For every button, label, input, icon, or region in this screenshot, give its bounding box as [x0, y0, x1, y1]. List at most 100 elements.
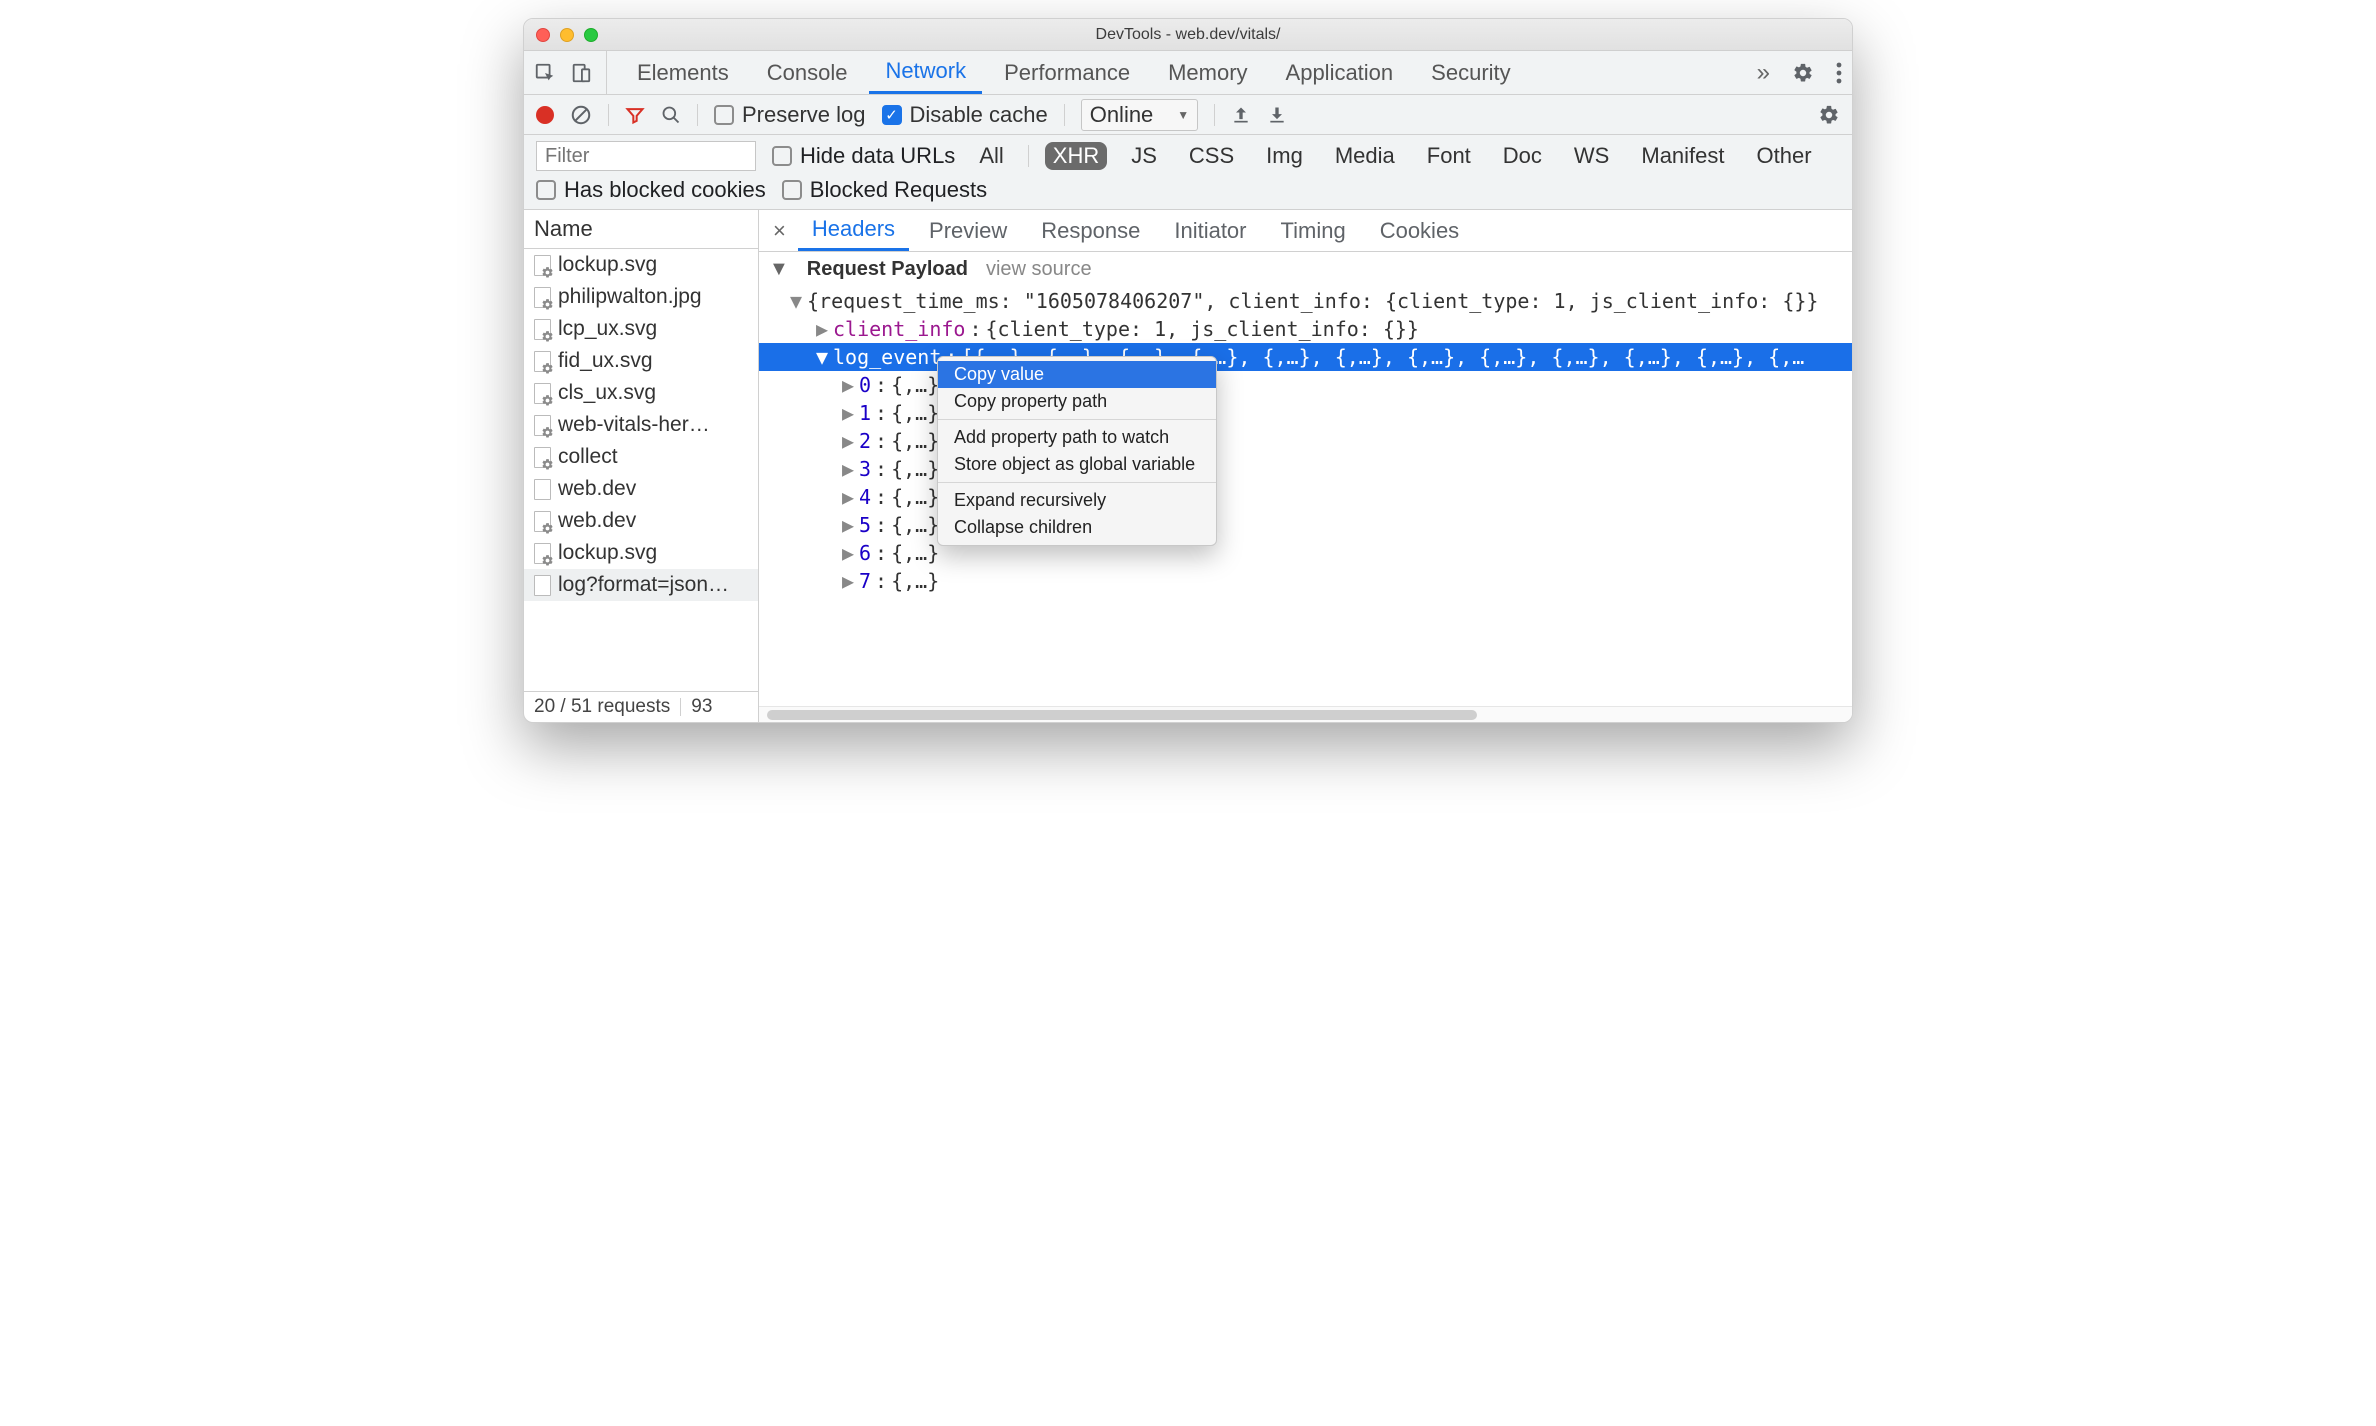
menu-copy-property-path[interactable]: Copy property path	[938, 388, 1216, 415]
record-button[interactable]	[536, 106, 554, 124]
file-icon	[534, 255, 551, 276]
status-divider	[680, 698, 681, 716]
tree-value: {,…}	[891, 401, 939, 425]
tab-network[interactable]: Network	[869, 51, 982, 94]
more-tabs-icon[interactable]: »	[1757, 59, 1770, 87]
chevron-right-icon: ▶	[841, 569, 855, 593]
close-detail-button[interactable]: ×	[767, 210, 792, 251]
request-name: log?format=json…	[558, 573, 729, 597]
upload-har-icon[interactable]	[1231, 105, 1251, 125]
inspect-element-icon[interactable]	[534, 62, 556, 84]
file-icon	[534, 479, 551, 500]
toolbar-divider	[1214, 104, 1215, 126]
tree-row-child[interactable]: ▶4: {,…}	[759, 483, 1852, 511]
throttling-select[interactable]: Online ▼	[1081, 99, 1198, 131]
dtab-headers[interactable]: Headers	[798, 210, 909, 251]
request-row[interactable]: lcp_ux.svg	[524, 313, 758, 345]
request-row[interactable]: log?format=json…	[524, 569, 758, 601]
tree-value: {,…}	[891, 569, 939, 593]
checkbox-checked-icon: ✓	[882, 105, 902, 125]
detail-tab-bar: × Headers Preview Response Initiator Tim…	[759, 210, 1852, 252]
tab-performance[interactable]: Performance	[988, 51, 1146, 94]
type-media[interactable]: Media	[1327, 142, 1403, 170]
tab-console[interactable]: Console	[751, 51, 864, 94]
menu-store-global[interactable]: Store object as global variable	[938, 451, 1216, 478]
type-manifest[interactable]: Manifest	[1633, 142, 1732, 170]
filter-icon[interactable]	[625, 105, 645, 125]
tree-row-client-info[interactable]: ▶ client_info: {client_type: 1, js_clien…	[759, 315, 1852, 343]
tree-row-log-event[interactable]: ▼ log_event: [{,…}, {,…}, {,…}, {,…}, {,…	[759, 343, 1852, 371]
view-source-link[interactable]: view source	[986, 258, 1092, 281]
disable-cache-checkbox[interactable]: ✓ Disable cache	[882, 102, 1048, 128]
type-font[interactable]: Font	[1419, 142, 1479, 170]
filter-input[interactable]	[536, 141, 756, 171]
type-xhr[interactable]: XHR	[1045, 142, 1107, 170]
gear-icon	[541, 522, 554, 535]
tree-value: {client_type: 1, js_client_info: {}}	[986, 317, 1419, 341]
request-name: web.dev	[558, 477, 636, 501]
horizontal-scrollbar[interactable]	[759, 706, 1852, 722]
menu-expand-recursively[interactable]: Expand recursively	[938, 487, 1216, 514]
tab-elements[interactable]: Elements	[621, 51, 745, 94]
request-list-header: Name	[524, 210, 758, 249]
request-row[interactable]: web.dev	[524, 473, 758, 505]
request-row[interactable]: philipwalton.jpg	[524, 281, 758, 313]
tab-application[interactable]: Application	[1270, 51, 1410, 94]
dtab-response[interactable]: Response	[1027, 210, 1154, 251]
dtab-initiator[interactable]: Initiator	[1160, 210, 1260, 251]
dtab-preview[interactable]: Preview	[915, 210, 1021, 251]
download-har-icon[interactable]	[1267, 105, 1287, 125]
toolbar-divider	[608, 104, 609, 126]
throttling-selected: Online	[1090, 102, 1154, 128]
device-toggle-icon[interactable]	[570, 62, 592, 84]
menu-collapse-children[interactable]: Collapse children	[938, 514, 1216, 541]
chevron-right-icon: ▶	[841, 401, 855, 425]
menu-separator	[938, 482, 1216, 483]
tree-row-root[interactable]: ▼ {request_time_ms: "1605078406207", cli…	[759, 287, 1852, 315]
search-icon[interactable]	[661, 105, 681, 125]
request-list[interactable]: lockup.svgphilipwalton.jpglcp_ux.svgfid_…	[524, 249, 758, 691]
request-name: lcp_ux.svg	[558, 317, 657, 341]
tree-row-child[interactable]: ▶7: {,…}	[759, 567, 1852, 595]
type-js[interactable]: JS	[1123, 142, 1165, 170]
type-all[interactable]: All	[971, 142, 1011, 170]
tree-row-child[interactable]: ▶3: {,…}	[759, 455, 1852, 483]
tree-row-child[interactable]: ▶0: {,…}	[759, 371, 1852, 399]
payload-section-header[interactable]: ▼ Request Payload view source	[759, 252, 1852, 287]
hide-data-urls-checkbox[interactable]: Hide data URLs	[772, 143, 955, 169]
menu-add-watch[interactable]: Add property path to watch	[938, 424, 1216, 451]
network-settings-icon[interactable]	[1818, 104, 1840, 126]
scrollbar-thumb[interactable]	[767, 710, 1477, 720]
tree-row-child[interactable]: ▶5: {,…}	[759, 511, 1852, 539]
has-blocked-cookies-checkbox[interactable]: Has blocked cookies	[536, 177, 766, 203]
request-row[interactable]: lockup.svg	[524, 249, 758, 281]
menu-copy-value[interactable]: Copy value	[938, 361, 1216, 388]
dtab-cookies[interactable]: Cookies	[1366, 210, 1473, 251]
request-row[interactable]: cls_ux.svg	[524, 377, 758, 409]
tree-row-child[interactable]: ▶6: {,…}	[759, 539, 1852, 567]
type-css[interactable]: CSS	[1181, 142, 1242, 170]
tree-value: {request_time_ms: "1605078406207", clien…	[807, 289, 1818, 313]
tab-memory[interactable]: Memory	[1152, 51, 1263, 94]
dtab-timing[interactable]: Timing	[1267, 210, 1360, 251]
request-row[interactable]: lockup.svg	[524, 537, 758, 569]
menu-separator	[938, 419, 1216, 420]
request-row[interactable]: collect	[524, 441, 758, 473]
settings-icon[interactable]	[1792, 62, 1814, 84]
request-row[interactable]: fid_ux.svg	[524, 345, 758, 377]
kebab-menu-icon[interactable]	[1836, 62, 1842, 84]
clear-icon[interactable]	[570, 104, 592, 126]
type-ws[interactable]: WS	[1566, 142, 1617, 170]
blocked-requests-label: Blocked Requests	[810, 177, 987, 203]
tree-row-child[interactable]: ▶1: {,…}	[759, 399, 1852, 427]
blocked-requests-checkbox[interactable]: Blocked Requests	[782, 177, 987, 203]
request-row[interactable]: web.dev	[524, 505, 758, 537]
type-doc[interactable]: Doc	[1495, 142, 1550, 170]
request-row[interactable]: web-vitals-her…	[524, 409, 758, 441]
type-img[interactable]: Img	[1258, 142, 1311, 170]
tree-row-child[interactable]: ▶2: {,…}	[759, 427, 1852, 455]
tab-security[interactable]: Security	[1415, 51, 1526, 94]
preserve-log-checkbox[interactable]: Preserve log	[714, 102, 866, 128]
type-other[interactable]: Other	[1749, 142, 1820, 170]
chevron-right-icon: ▶	[841, 485, 855, 509]
